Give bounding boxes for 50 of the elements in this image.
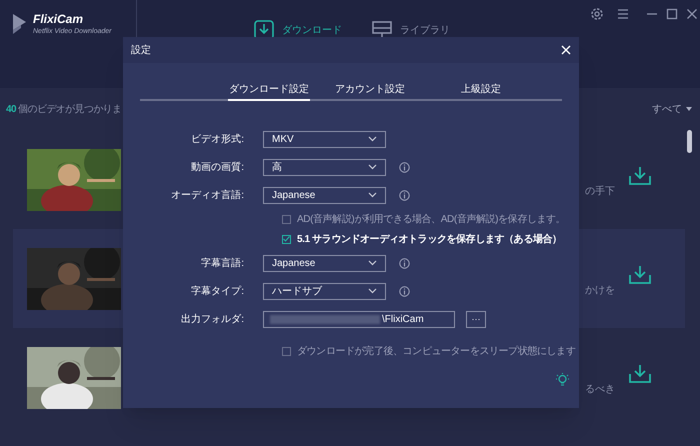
info-icon[interactable] — [399, 162, 410, 172]
settings-icon[interactable] — [590, 7, 604, 21]
caret-icon — [686, 107, 692, 111]
chevron-icon — [368, 192, 377, 198]
nav-tab[interactable]: ライブラリ — [372, 20, 450, 40]
chevron-icon — [368, 288, 377, 294]
result-count: 40 個のビデオが見つかりま — [6, 102, 122, 116]
play-logo-icon — [11, 13, 27, 35]
chevron-icon — [368, 136, 377, 142]
info-icon[interactable] — [399, 258, 410, 268]
field-label: ビデオ形式: — [190, 132, 245, 146]
lightbulb-icon[interactable] — [556, 373, 569, 388]
folder-path-field[interactable]: \FlixiCam — [263, 310, 455, 328]
select-dropdown[interactable]: MKV — [263, 130, 386, 148]
video-title-fragment: の手下 — [585, 184, 615, 199]
info-icon[interactable] — [399, 286, 410, 296]
app-name: FlixiCam — [33, 12, 84, 27]
settings-tab[interactable]: アカウント設定 — [334, 80, 406, 101]
settings-tab[interactable]: ダウンロード設定 — [228, 80, 310, 101]
download-icon[interactable] — [629, 364, 651, 383]
select-dropdown[interactable]: Japanese — [263, 254, 386, 272]
checkbox-label: AD(音声解説)が利用できる場合、AD(音声解説)を保存します。 — [297, 212, 566, 226]
info-icon[interactable] — [399, 190, 410, 200]
field-label: オーディオ言語: — [170, 188, 245, 202]
browse-button[interactable]: ··· — [466, 310, 486, 328]
video-title-fragment: るべき — [585, 383, 615, 397]
maximize-icon[interactable] — [666, 8, 678, 20]
field-label: 動画の画質: — [190, 160, 245, 174]
field-label: 出力フォルダ: — [180, 312, 245, 326]
chevron-icon — [368, 164, 377, 170]
field-label: 字幕タイプ: — [190, 284, 245, 298]
monitor-icon — [372, 20, 392, 40]
menu-icon[interactable] — [616, 7, 630, 21]
chevron-icon — [368, 260, 377, 266]
select-dropdown[interactable]: Japanese — [263, 186, 386, 204]
checkbox-label: 5.1 サラウンドオーディオトラックを保存します（ある場合） — [297, 232, 562, 246]
checkbox[interactable] — [282, 346, 291, 356]
dialog-title: 設定 — [131, 44, 151, 58]
filter-dropdown[interactable]: すべて — [652, 102, 692, 116]
checkbox-label: ダウンロードが完了後、コンピューターをスリープ状態にします — [297, 344, 576, 358]
checkbox[interactable] — [282, 214, 291, 224]
download-icon[interactable] — [629, 265, 651, 284]
scrollbar-thumb[interactable] — [687, 130, 692, 153]
checkbox[interactable] — [282, 234, 291, 244]
select-dropdown[interactable]: 高 — [263, 158, 386, 176]
video-title-fragment: かけを — [585, 284, 615, 298]
field-label: 字幕言語: — [200, 256, 245, 270]
select-dropdown[interactable]: ハードサブ — [263, 282, 386, 300]
settings-tab[interactable]: 上級設定 — [460, 80, 502, 101]
download-icon[interactable] — [629, 166, 651, 185]
